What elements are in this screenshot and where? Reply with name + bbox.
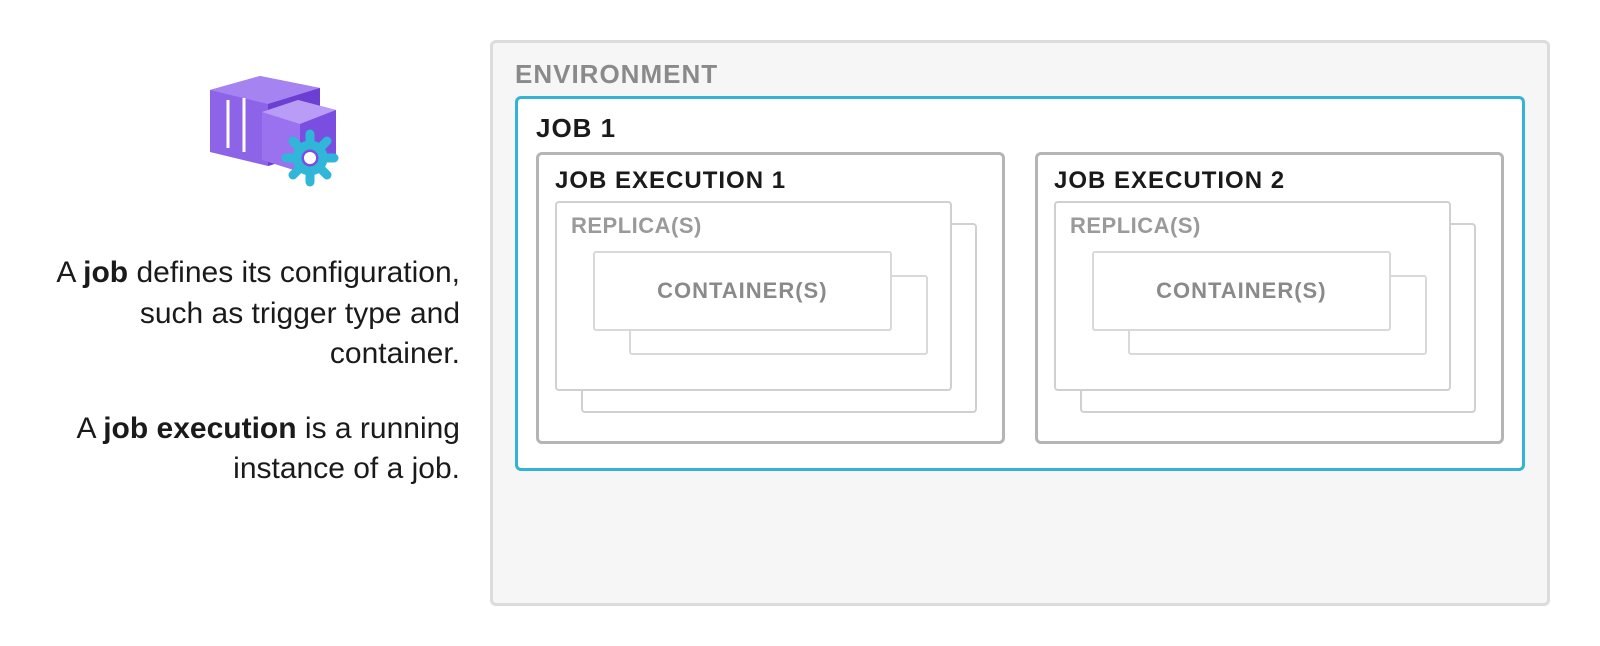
container-box-front: CONTAINER(S) (1092, 251, 1391, 331)
container-label: CONTAINER(S) (657, 278, 827, 304)
job-execution-2-box: JOB EXECUTION 2 REPLICA(S) CONTAINER(S) (1035, 152, 1504, 444)
job-execution-label: JOB EXECUTION 2 (1054, 167, 1485, 195)
replica-label: REPLICA(S) (1070, 213, 1435, 239)
replica-label: REPLICA(S) (571, 213, 936, 239)
job-definition-text: A job defines its configuration, such as… (50, 253, 460, 375)
replica-stack: REPLICA(S) CONTAINER(S) (555, 201, 986, 421)
replica-box-front: REPLICA(S) CONTAINER(S) (555, 201, 952, 391)
container-apps-job-icon (200, 70, 340, 193)
job-box: JOB 1 JOB EXECUTION 1 REPLICA(S) CONTAIN… (515, 96, 1525, 471)
job-execution-definition-text: A job execution is a running instance of… (50, 409, 460, 490)
container-stack: CONTAINER(S) (571, 245, 936, 365)
left-column: A job defines its configuration, such as… (50, 40, 490, 606)
container-stack: CONTAINER(S) (1070, 245, 1435, 365)
container-box-front: CONTAINER(S) (593, 251, 892, 331)
container-label: CONTAINER(S) (1156, 278, 1326, 304)
job-execution-1-box: JOB EXECUTION 1 REPLICA(S) CONTAINER(S) (536, 152, 1005, 444)
job-executions-row: JOB EXECUTION 1 REPLICA(S) CONTAINER(S) (536, 152, 1504, 444)
environment-label: ENVIRONMENT (515, 59, 1525, 90)
replica-stack: REPLICA(S) CONTAINER(S) (1054, 201, 1485, 421)
job-execution-label: JOB EXECUTION 1 (555, 167, 986, 195)
diagram-area: ENVIRONMENT JOB 1 JOB EXECUTION 1 REPLIC… (490, 40, 1550, 606)
environment-box: ENVIRONMENT JOB 1 JOB EXECUTION 1 REPLIC… (490, 40, 1550, 606)
job-label: JOB 1 (536, 113, 1504, 144)
replica-box-front: REPLICA(S) CONTAINER(S) (1054, 201, 1451, 391)
